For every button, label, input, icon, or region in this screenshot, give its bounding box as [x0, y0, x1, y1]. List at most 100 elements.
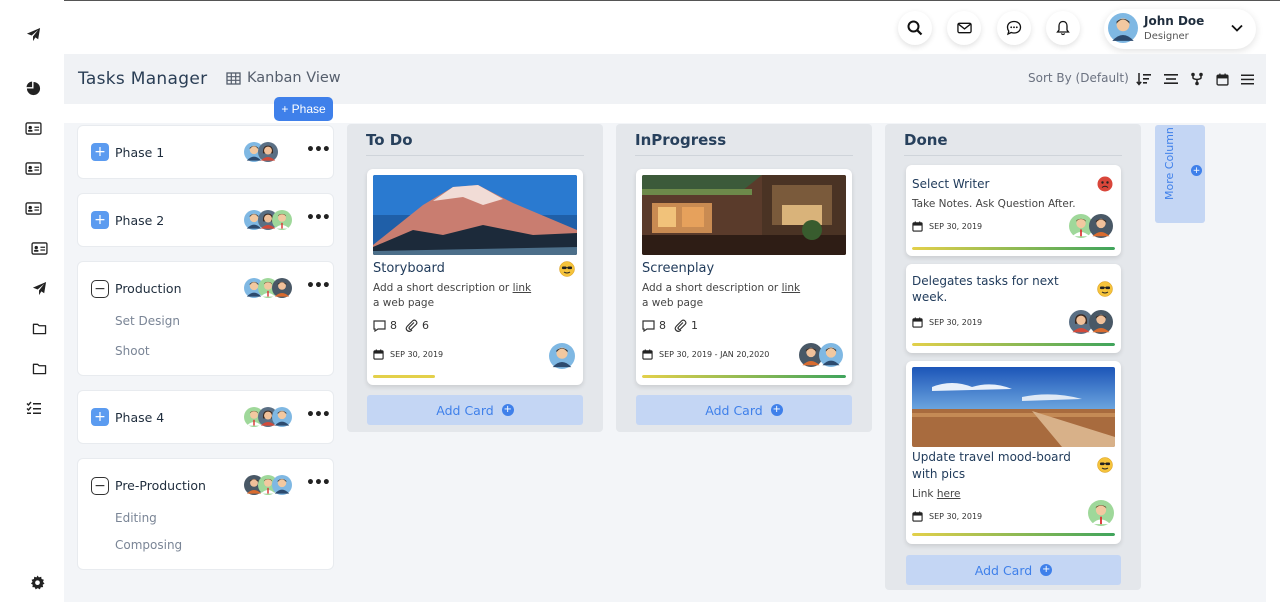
- assignee-avatars: [244, 142, 278, 162]
- avatar: [1089, 310, 1113, 334]
- task-card[interactable]: Screenplay Add a short description or li…: [636, 169, 852, 385]
- menu-icon[interactable]: [1238, 70, 1256, 88]
- collapse-button[interactable]: −: [91, 280, 109, 298]
- card-date: SEP 30, 2019: [912, 317, 982, 328]
- checklist-icon[interactable]: [22, 397, 44, 419]
- avatar: [819, 343, 843, 367]
- align-icon[interactable]: [1162, 70, 1180, 88]
- more-options-icon[interactable]: •••: [306, 407, 331, 423]
- id-card-icon[interactable]: [22, 157, 44, 179]
- search-icon[interactable]: [898, 11, 932, 45]
- add-card-button[interactable]: Add Card +: [636, 395, 852, 425]
- expand-button[interactable]: +: [91, 143, 109, 161]
- more-options-icon[interactable]: •••: [306, 278, 331, 294]
- card-date: SEP 30, 2019: [912, 511, 982, 522]
- attachment-count: 1: [691, 319, 698, 332]
- paperclip-icon: [674, 319, 687, 332]
- card-date: SEP 30, 2019: [373, 349, 443, 360]
- card-link[interactable]: link: [782, 282, 801, 294]
- sunglasses-emoji-icon: [559, 261, 575, 277]
- card-link[interactable]: here: [937, 488, 961, 500]
- task-card[interactable]: Delegates tasks for next week. SEP 30, 2…: [906, 264, 1121, 353]
- user-name: John Doe: [1144, 14, 1205, 28]
- comment-icon: [373, 319, 386, 332]
- task-card[interactable]: Storyboard Add a short description or li…: [367, 169, 583, 385]
- user-menu[interactable]: John Doe Designer: [1104, 9, 1256, 49]
- add-column-button[interactable]: More Column +: [1155, 125, 1205, 223]
- folder-icon[interactable]: [28, 317, 50, 339]
- card-title[interactable]: Update travel mood-board with pics: [912, 449, 1082, 483]
- card-link[interactable]: link: [513, 282, 532, 294]
- calendar-icon: [912, 317, 923, 328]
- view-label: Kanban View: [247, 70, 341, 86]
- bell-icon[interactable]: [1046, 11, 1080, 45]
- task-card[interactable]: Select Writer Take Notes. Ask Question A…: [906, 165, 1121, 256]
- assignee-avatars: [244, 210, 292, 230]
- attachment-count: 6: [422, 319, 429, 332]
- add-phase-button[interactable]: + Phase: [274, 97, 333, 121]
- sub-phase[interactable]: Editing: [115, 511, 157, 525]
- phase-card[interactable]: − Pre-Production ••• Editing Composing: [77, 458, 334, 570]
- sort-label[interactable]: Sort By (Default): [1028, 71, 1129, 85]
- calendar-icon[interactable]: [1213, 70, 1231, 88]
- expand-button[interactable]: +: [91, 408, 109, 426]
- more-options-icon[interactable]: •••: [306, 142, 331, 158]
- paperclip-icon: [405, 319, 418, 332]
- plus-icon: +: [1040, 564, 1053, 576]
- task-card[interactable]: Update travel mood-board with pics Link …: [906, 361, 1121, 544]
- card-description: Add a short description or link a web pag…: [642, 282, 801, 309]
- sub-phase[interactable]: Shoot: [115, 344, 150, 358]
- page-header: Tasks Manager Kanban View Sort By (Defau…: [64, 54, 1266, 104]
- pie-chart-icon[interactable]: [22, 77, 44, 99]
- folder-icon[interactable]: [28, 357, 50, 379]
- paper-plane-icon[interactable]: [22, 23, 44, 45]
- plus-icon: +: [501, 404, 514, 416]
- mail-icon[interactable]: [947, 11, 981, 45]
- calendar-icon: [912, 221, 923, 232]
- add-card-button[interactable]: Add Card +: [906, 555, 1121, 585]
- card-title[interactable]: Select Writer: [912, 177, 989, 191]
- phase-name: Production: [115, 281, 182, 296]
- avatar: [258, 142, 278, 162]
- sort-desc-icon[interactable]: [1135, 70, 1153, 88]
- grid-icon: [226, 71, 241, 85]
- scrollbar-track[interactable]: [1266, 54, 1280, 602]
- id-card-icon[interactable]: [22, 197, 44, 219]
- column-title: InProgress: [635, 131, 727, 149]
- card-title[interactable]: Screenplay: [642, 261, 714, 276]
- chat-icon[interactable]: [997, 11, 1031, 45]
- add-card-button[interactable]: Add Card +: [367, 395, 583, 425]
- assignee-avatars: [244, 407, 292, 427]
- assignee-avatars: [1069, 214, 1113, 238]
- phase-card[interactable]: − Production ••• Set Design Shoot: [77, 261, 334, 376]
- phase-card[interactable]: + Phase 4 •••: [77, 390, 334, 444]
- progress-bar: [642, 375, 846, 378]
- card-title[interactable]: Delegates tasks for next week.: [912, 273, 1072, 305]
- phase-card[interactable]: + Phase 1 •••: [77, 125, 334, 179]
- more-options-icon[interactable]: •••: [306, 210, 331, 226]
- chevron-down-icon[interactable]: [1230, 21, 1244, 35]
- id-card-icon[interactable]: [22, 117, 44, 139]
- view-switcher[interactable]: Kanban View: [226, 70, 341, 86]
- sub-phase[interactable]: Composing: [115, 538, 182, 552]
- avatar: [272, 475, 292, 495]
- fork-icon[interactable]: [1188, 70, 1206, 88]
- avatar: [272, 278, 292, 298]
- divider: [635, 155, 853, 156]
- sub-phase[interactable]: Set Design: [115, 314, 180, 328]
- card-title[interactable]: Storyboard: [373, 261, 445, 276]
- id-card-icon[interactable]: [28, 237, 50, 259]
- calendar-icon: [912, 511, 923, 522]
- assignee-avatars: [244, 475, 292, 495]
- collapse-button[interactable]: −: [91, 477, 109, 495]
- expand-button[interactable]: +: [91, 211, 109, 229]
- gear-icon[interactable]: [26, 571, 48, 593]
- paper-plane-icon[interactable]: [28, 277, 50, 299]
- content-band: [64, 104, 1266, 123]
- card-date: SEP 30, 2019 - JAN 20,2020: [642, 349, 769, 360]
- phase-card[interactable]: + Phase 2 •••: [77, 193, 334, 247]
- phase-name: Pre-Production: [115, 478, 206, 493]
- sidebar: [0, 0, 64, 602]
- card-image: [642, 175, 846, 255]
- more-options-icon[interactable]: •••: [306, 475, 331, 491]
